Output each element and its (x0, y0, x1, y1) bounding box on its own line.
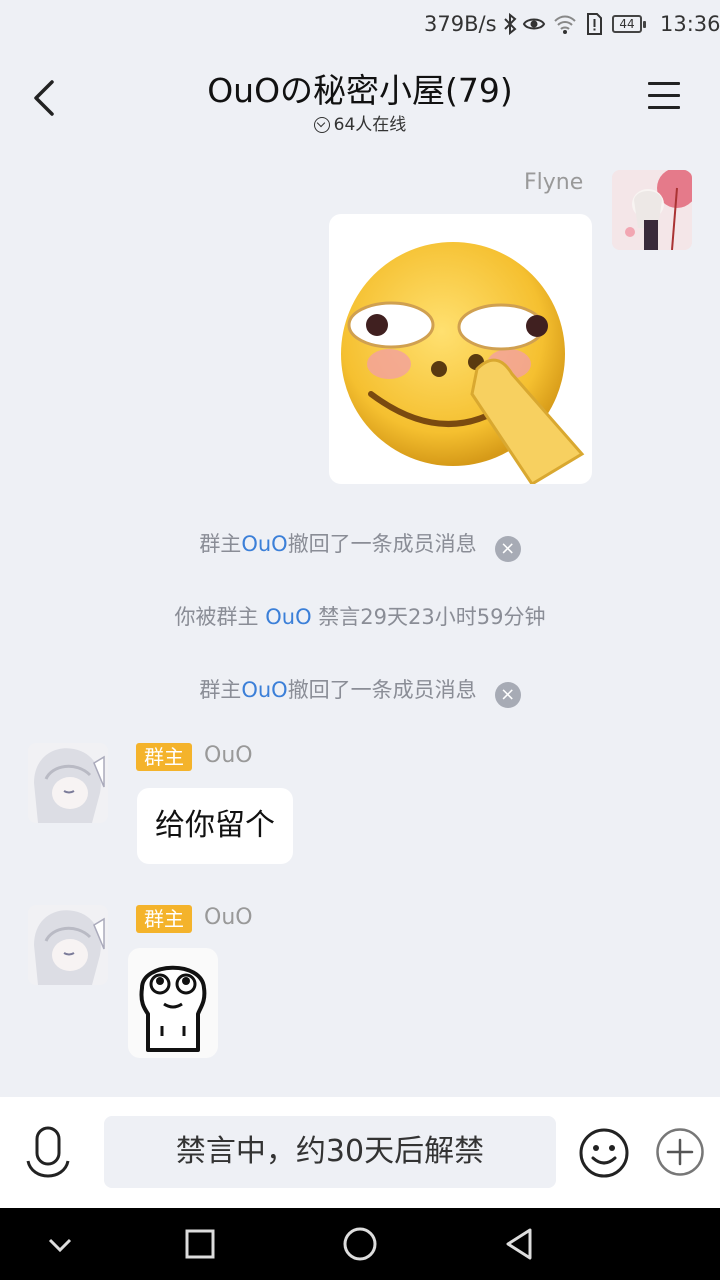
wifi-icon (554, 15, 576, 34)
system-message-recall-2: 群主OuO撤回了一条成员消息 × (0, 674, 720, 708)
sys-prefix: 群主 (199, 532, 242, 556)
sender-name-ouo: OuO (204, 905, 253, 930)
smiley-icon[interactable] (578, 1127, 630, 1179)
avatar-ouo[interactable] (28, 905, 108, 985)
nav-home-icon[interactable] (342, 1226, 378, 1262)
microphone-icon[interactable] (24, 1125, 72, 1181)
system-message-recall-1: 群主OuO撤回了一条成员消息 × (0, 528, 720, 562)
sys-owner-link[interactable]: OuO (241, 532, 287, 556)
sticker-cute-blob[interactable] (128, 948, 218, 1058)
chat-header: OuOの秘密小屋(79) 64人在线 (0, 50, 720, 145)
owner-badge: 群主 (136, 743, 192, 771)
sim-alert-icon (587, 13, 602, 35)
sys-prefix: 群主 (199, 678, 242, 702)
bluetooth-icon (504, 12, 517, 36)
avatar-flyne[interactable] (612, 170, 692, 250)
sender-name-flyne: Flyne (524, 170, 584, 195)
sticker-cute-blob-image (139, 965, 207, 1052)
eye-icon (522, 18, 546, 30)
system-nav-bar (0, 1208, 720, 1280)
sys-owner-link[interactable]: OuO (265, 605, 311, 629)
back-arrow-icon[interactable] (28, 78, 64, 118)
sender-name-ouo: OuO (204, 743, 253, 768)
chevron-down-icon (313, 117, 330, 133)
sys-owner-link[interactable]: OuO (241, 678, 287, 702)
input-bar: 禁言中，约30天后解禁 (0, 1097, 720, 1208)
muted-input-field[interactable]: 禁言中，约30天后解禁 (104, 1116, 556, 1188)
nav-collapse-icon[interactable] (42, 1226, 78, 1262)
message-bubble[interactable]: 给你留个 (137, 788, 293, 864)
sys-suffix: 禁言29天23小时59分钟 (311, 605, 546, 629)
close-icon[interactable]: × (494, 682, 521, 708)
sys-prefix: 你被群主 (174, 605, 266, 629)
sys-suffix: 撤回了一条成员消息 (287, 678, 477, 702)
avatar-flyne-image (612, 170, 692, 250)
status-bar: 379B/s 44 13:36 (0, 0, 720, 50)
sys-suffix: 撤回了一条成员消息 (287, 532, 477, 556)
plus-icon[interactable] (655, 1127, 705, 1177)
online-count[interactable]: 64人在线 (260, 110, 460, 135)
owner-badge: 群主 (136, 905, 192, 933)
online-count-label: 64人在线 (333, 115, 407, 135)
nav-back-icon[interactable] (502, 1226, 538, 1262)
close-icon[interactable]: × (494, 536, 521, 562)
menu-icon[interactable] (648, 82, 680, 110)
sticker-facepalm-image (341, 242, 585, 484)
avatar-ouo-image (28, 743, 108, 823)
clock: 13:36 (660, 12, 720, 36)
nav-recents-icon[interactable] (182, 1226, 218, 1262)
battery-icon: 44 (612, 15, 646, 33)
group-title[interactable]: OuOの秘密小屋(79) (160, 64, 560, 112)
avatar-ouo[interactable] (28, 743, 108, 823)
avatar-ouo-image (28, 905, 108, 985)
sticker-facepalm[interactable] (329, 214, 592, 484)
system-message-muted: 你被群主 OuO 禁言29天23小时59分钟 (0, 601, 720, 631)
network-speed: 379B/s (424, 12, 497, 36)
